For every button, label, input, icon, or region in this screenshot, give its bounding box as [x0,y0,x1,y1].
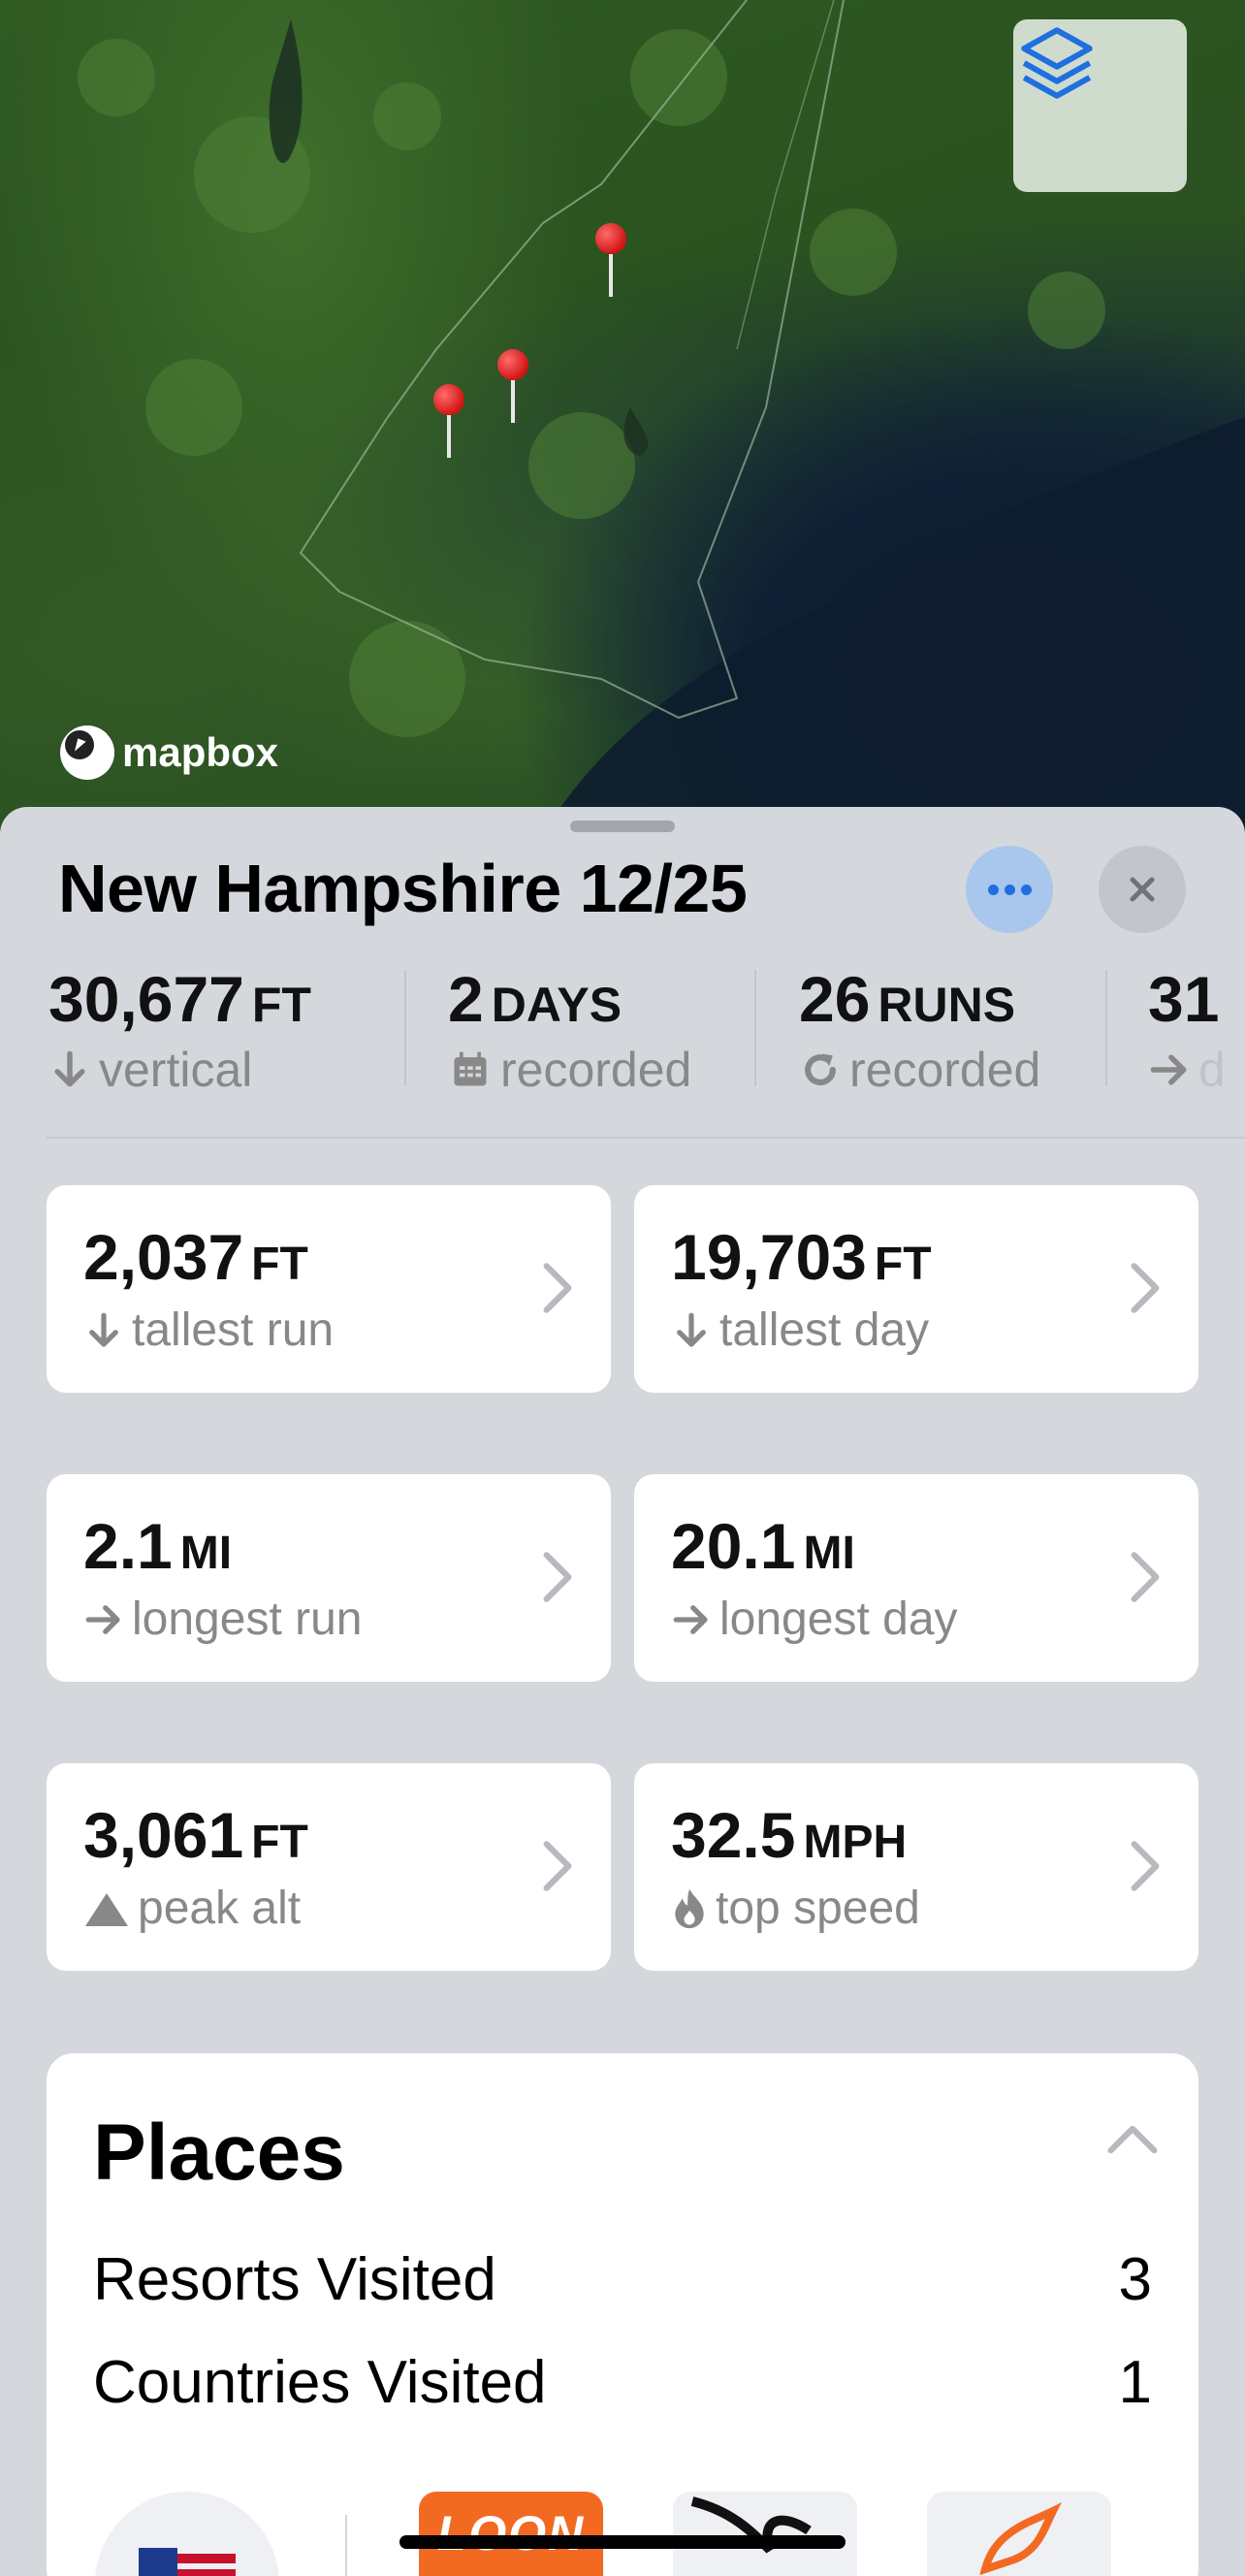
longest-run-card[interactable]: 2.1 MI longest run [47,1474,611,1682]
summary-stats-scroller[interactable]: 30,677 FT vertical 2 DAYS recorded 26 RUNS [0,962,1245,1098]
section-divider [47,1137,1245,1139]
stat-divider [754,970,756,1086]
countries-visited-value: 1 [1118,2349,1152,2416]
longest-day-card[interactable]: 20.1 MI longest day [634,1474,1198,1682]
chevron-right-icon [1131,1552,1160,1602]
arrow-down-icon [54,1050,85,1087]
arrow-right-icon [1150,1054,1187,1085]
map-pin[interactable] [497,349,528,423]
home-indicator[interactable] [399,2535,846,2549]
peak-altitude-card[interactable]: 3,061 FT peak alt [47,1763,611,1971]
summary-stat-vertical: 30,677 FT vertical [48,963,311,1097]
countries-visited-row: Countries Visited 1 [93,2348,1152,2417]
chevron-right-icon [543,1552,572,1602]
ellipsis-icon [987,884,999,895]
stat-divider [404,970,406,1086]
resort-logo-loon[interactable]: LOON [419,2492,603,2576]
calendar-icon [454,1051,487,1086]
bird-logo-icon [690,2496,812,2554]
refresh-icon [805,1053,836,1086]
resorts-visited-label: Resorts Visited [93,2246,496,2313]
stat-divider [1105,970,1107,1086]
us-flag-icon [139,2548,236,2576]
arrow-right-icon [85,1604,120,1634]
places-section: Places Resorts Visited 3 Countries Visit… [47,2053,1198,2576]
resorts-visited-row: Resorts Visited 3 [93,2245,1152,2314]
summary-stat-runs: 26 RUNS recorded [799,963,1041,1097]
flame-icon [675,1888,704,1928]
arrow-down-icon [677,1312,706,1347]
countries-visited-label: Countries Visited [93,2349,547,2416]
country-flag-us[interactable] [95,2492,279,2576]
mountain-icon [85,1892,128,1926]
logo-separator [345,2515,347,2576]
mapbox-logo-icon [60,725,114,780]
map-layers-button[interactable] [1013,19,1187,192]
arrow-right-icon [673,1604,708,1634]
chevron-right-icon [543,1263,572,1313]
map-pin[interactable] [595,223,626,297]
close-button[interactable] [1099,846,1186,933]
chevron-up-icon[interactable] [1105,2123,1160,2156]
top-speed-card[interactable]: 32.5 MPH top speed [634,1763,1198,1971]
chevron-right-icon [543,1841,572,1891]
resorts-visited-value: 3 [1118,2246,1152,2313]
map-view[interactable]: mapbox [0,0,1245,834]
mapbox-label: mapbox [122,729,279,775]
summary-stat-partial: 31 d [1148,963,1226,1097]
chevron-right-icon [1131,1263,1160,1313]
places-title: Places [93,2109,345,2197]
summary-stat-days: 2 DAYS recorded [448,963,692,1097]
tallest-run-card[interactable]: 2,037 FT tallest run [47,1185,611,1393]
map-pin[interactable] [433,384,464,458]
mapbox-attribution[interactable]: mapbox [60,725,278,780]
close-icon [1130,877,1155,902]
arrow-down-icon [89,1312,118,1347]
resort-logo-2[interactable] [673,2492,857,2576]
more-options-button[interactable] [966,846,1053,933]
leaf-logo-icon [979,2502,1062,2576]
layers-icon [1021,27,1093,99]
sheet-title: New Hampshire 12/25 [58,851,748,926]
tallest-day-card[interactable]: 19,703 FT tallest day [634,1185,1198,1393]
chevron-right-icon [1131,1841,1160,1891]
resort-logo-3[interactable] [927,2492,1111,2576]
sheet-grabber[interactable] [570,821,675,832]
stats-sheet: New Hampshire 12/25 30,677 FT vertical 2D… [0,807,1245,2576]
